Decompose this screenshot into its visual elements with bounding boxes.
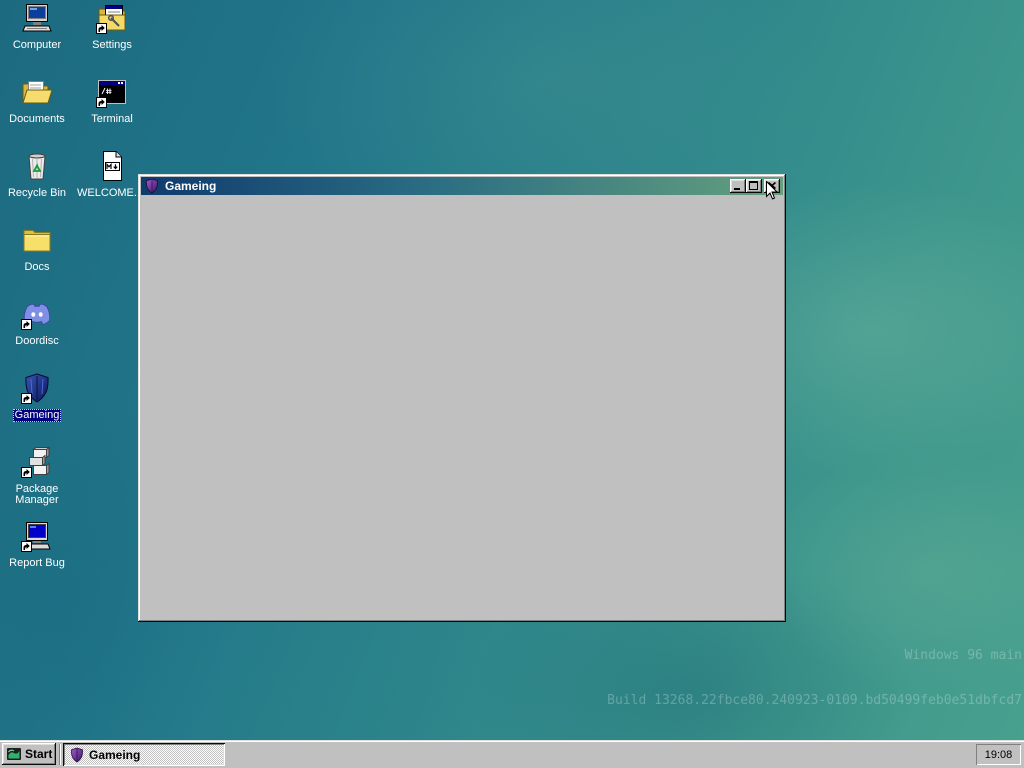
desktop-icon-label: Package Manager [15, 483, 59, 506]
taskbar-button-gameing[interactable]: Gameing [63, 743, 225, 766]
desktop-icon-settings[interactable]: Settings [77, 2, 147, 52]
discord-icon [21, 303, 51, 330]
desktop-icon-label: Report Bug [9, 557, 65, 569]
windows96-logo-icon [7, 748, 21, 760]
app-window-gameing[interactable]: Gameing [138, 174, 786, 622]
open-folder-icon [22, 81, 53, 104]
desktop-icon-documents[interactable]: Documents [2, 76, 72, 126]
desktop-icon-welcome-file[interactable]: WELCOME. [77, 150, 147, 200]
watermark-edition: Windows 96 main [904, 648, 1022, 663]
window-title: Gameing [165, 179, 217, 193]
taskbar: Start Gameing 19:08 [0, 740, 1024, 768]
shield-icon [21, 373, 49, 404]
desktop-icon-report-bug[interactable]: Report Bug [2, 520, 72, 570]
maximize-button[interactable] [746, 179, 762, 193]
desktop-icon-computer[interactable]: Computer [2, 2, 72, 52]
window-titlebar[interactable]: Gameing [141, 177, 783, 195]
desktop-icon-terminal[interactable]: Terminal [77, 76, 147, 126]
build-watermark: Windows 96 main Build 13268.22fbce80.240… [607, 618, 1022, 738]
minimize-icon [734, 188, 740, 190]
taskbar-button-label: Gameing [89, 747, 141, 762]
desktop-icon-label: Documents [9, 113, 65, 125]
desktop-icon-label: Doordisc [15, 335, 59, 347]
desktop-icon-doordisc[interactable]: Doordisc [2, 298, 72, 348]
watermark-build: Build 13268.22fbce80.240923-0109.bd50499… [607, 693, 1022, 708]
start-button[interactable]: Start [2, 743, 56, 765]
arrow-cursor-icon [766, 181, 778, 200]
start-label: Start [25, 747, 53, 761]
package-icon [21, 446, 51, 478]
markdown-file-icon [103, 151, 122, 181]
desktop-icon-recycle-bin[interactable]: Recycle Bin [2, 150, 72, 200]
maximize-icon [749, 181, 758, 190]
desktop-icon-gameing[interactable]: Gameing [2, 372, 72, 422]
desktop-icon-label: Settings [92, 39, 132, 51]
taskbar-separator [59, 744, 60, 765]
desktop-icon-label: Recycle Bin [7, 187, 67, 199]
terminal-icon [96, 80, 126, 108]
shield-icon [71, 747, 83, 762]
desktop-icon-package-manager[interactable]: Package Manager [2, 446, 72, 507]
desktop-icon-docs[interactable]: Docs [2, 224, 72, 274]
desktop-icon-label: Docs [24, 261, 50, 273]
computer-icon [22, 4, 52, 32]
bug-report-computer-icon [21, 522, 51, 552]
recycle-bin-icon [28, 153, 46, 180]
desktop-icon-label: WELCOME. [77, 187, 137, 199]
desktop-icon-label: Gameing [12, 409, 62, 422]
minimize-button[interactable] [730, 179, 746, 193]
desktop-icon-label: Terminal [91, 113, 133, 125]
shield-icon [146, 178, 158, 194]
desktop-icon-label: Computer [12, 39, 62, 51]
settings-folder-icon [96, 5, 126, 34]
system-clock[interactable]: 19:08 [976, 744, 1021, 765]
window-content[interactable] [141, 196, 783, 619]
folder-icon [23, 230, 51, 252]
